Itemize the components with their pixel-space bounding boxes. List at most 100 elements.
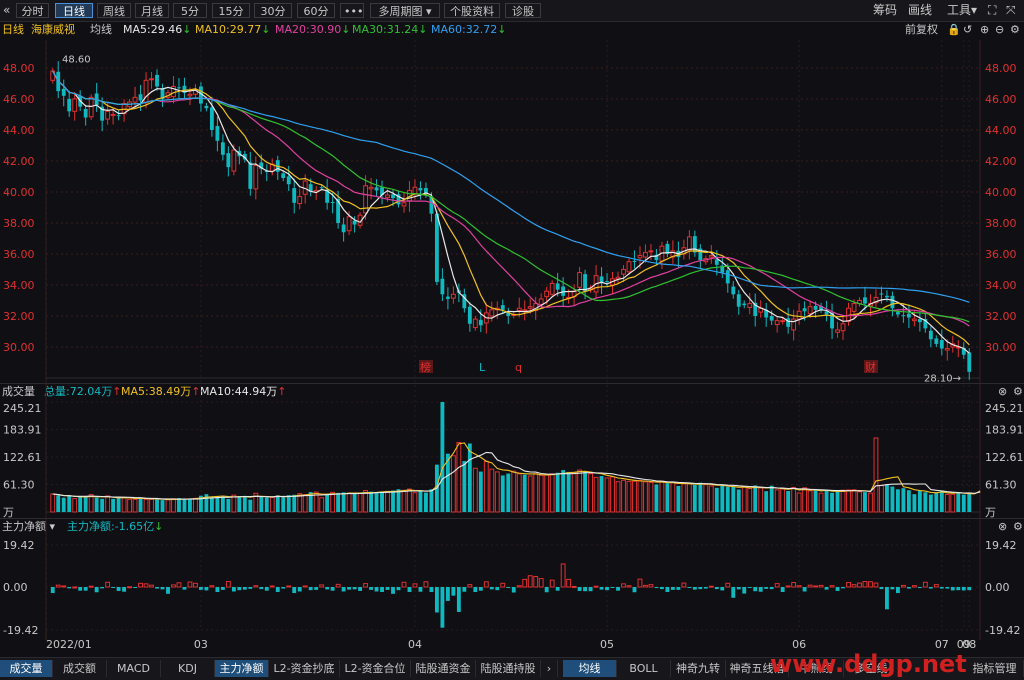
- tab-boll[interactable]: BOLL: [617, 660, 671, 677]
- flow-bar-negative: [281, 587, 286, 589]
- draw-line-button[interactable]: 画线: [908, 3, 932, 18]
- settings-icon[interactable]: ⚙: [1013, 519, 1023, 535]
- reset-icon[interactable]: ↺: [963, 22, 972, 38]
- candle-body-up: [774, 320, 780, 326]
- period-tab-15min[interactable]: 15分: [212, 3, 250, 18]
- flow-bar-negative: [758, 587, 763, 592]
- volume-bar-up: [357, 492, 363, 513]
- volume-title[interactable]: 成交量: [2, 384, 35, 400]
- multi-period-label: 多周期图: [378, 5, 423, 18]
- price-tick-label-right: 46.00: [985, 93, 1017, 106]
- kline-chart[interactable]: 48.00 48.00 46.00 46.00 44.00 44.00 42.00 42.00…: [0, 0, 1024, 679]
- flow-bar-positive: [643, 584, 648, 588]
- flow-bar-negative: [215, 587, 220, 592]
- flow-bar-negative: [544, 587, 549, 593]
- chevron-right-icon[interactable]: ›: [541, 660, 558, 677]
- flow-bar-positive: [412, 583, 418, 588]
- settings-icon[interactable]: ⚙: [1010, 22, 1020, 38]
- tab-volume[interactable]: 成交量: [0, 660, 53, 677]
- period-tab-intraday[interactable]: 分时: [16, 3, 49, 18]
- period-tab-daily[interactable]: 日线: [55, 3, 93, 18]
- volume-bar-down: [764, 491, 769, 512]
- flow-title-dropdown[interactable]: 主力净额 ▾: [2, 519, 55, 535]
- tab-turnover[interactable]: 成交额: [53, 660, 107, 677]
- candle-body-up: [489, 309, 495, 317]
- more-button[interactable]: •••: [340, 3, 364, 18]
- volume-total-text: 总量:72.04万: [44, 385, 113, 398]
- tab-l2-position[interactable]: L2-资金合位: [340, 660, 411, 677]
- flow-bar-positive: [269, 585, 275, 588]
- volume-bar-up: [818, 492, 824, 513]
- flow-bar-positive: [566, 578, 572, 588]
- volume-bar-up: [302, 494, 308, 513]
- period-tab-monthly[interactable]: 月线: [135, 3, 169, 18]
- flow-bar-positive: [522, 578, 528, 588]
- diagnose-button[interactable]: 诊股: [505, 3, 541, 18]
- ma-settings-label[interactable]: 均线: [90, 22, 112, 38]
- period-tab-weekly[interactable]: 周线: [97, 3, 131, 18]
- candle-body-down: [429, 196, 434, 214]
- volume-ma5-line: [52, 442, 981, 501]
- volume-bar-down: [325, 494, 330, 512]
- tab-kdj[interactable]: KDJ: [161, 660, 215, 677]
- flow-bar-negative: [199, 587, 203, 590]
- flow-bar-negative: [374, 587, 379, 592]
- candle-body-down: [714, 259, 719, 265]
- period-tab-60min[interactable]: 60分: [297, 3, 335, 18]
- flow-bar-negative: [824, 587, 829, 590]
- volume-bar-up: [313, 491, 319, 513]
- tab-magic-nine[interactable]: 神奇九转: [671, 660, 726, 677]
- volume-bar-up: [538, 474, 544, 513]
- indicator-manage-button[interactable]: 指标管理: [966, 660, 1024, 677]
- volume-bar-up: [489, 468, 495, 513]
- lock-icon[interactable]: 🔒: [947, 22, 961, 38]
- candle-body-up: [549, 282, 555, 295]
- tools-button[interactable]: 工具▾: [947, 3, 977, 18]
- volume-tick-left: 183.91: [3, 423, 42, 436]
- adjust-button[interactable]: 前复权: [905, 22, 938, 38]
- close-panel-icon[interactable]: ⊗: [998, 384, 1007, 400]
- back-icon[interactable]: «: [3, 3, 10, 18]
- tab-l2-bottom[interactable]: L2-资金抄底: [269, 660, 340, 677]
- chips-button[interactable]: 筹码: [873, 3, 897, 18]
- candle-body-up: [747, 303, 753, 308]
- tab-hk-connect-flow[interactable]: 陆股通资金: [411, 660, 476, 677]
- period-tab-5min[interactable]: 5分: [173, 3, 207, 18]
- expand-icon[interactable]: ⛶: [988, 3, 996, 18]
- candle-body-up: [357, 214, 363, 226]
- stock-profile-button[interactable]: 个股资料: [444, 3, 500, 18]
- flow-bar-negative: [764, 587, 769, 589]
- tab-macd[interactable]: MACD: [107, 660, 161, 677]
- flow-bar-negative: [928, 587, 933, 589]
- flow-bar-positive: [922, 581, 928, 588]
- candle-body-down: [478, 319, 483, 326]
- tab-ma[interactable]: 均线: [563, 660, 617, 677]
- zoom-out-icon[interactable]: ⊖: [995, 22, 1004, 38]
- price-tick-label-left: 30.00: [3, 341, 35, 354]
- settings-icon[interactable]: ⚙: [1013, 384, 1023, 400]
- flow-bar-positive: [527, 575, 533, 588]
- flow-bar-negative: [906, 587, 911, 589]
- close-icon[interactable]: ⤧: [1006, 3, 1016, 18]
- flow-bar-positive: [538, 578, 544, 588]
- price-tick-label-right: 38.00: [985, 217, 1017, 230]
- candle-body-down: [434, 213, 439, 282]
- multi-period-dropdown[interactable]: 多周期图 ▾: [370, 3, 440, 18]
- volume-bar-up: [253, 492, 259, 513]
- volume-bar-up: [648, 481, 654, 513]
- tab-net-flow[interactable]: 主力净额: [215, 660, 269, 677]
- flow-bar-negative: [473, 587, 478, 592]
- ma60-text: MA60:32.72: [431, 23, 498, 36]
- tab-hk-connect-hold[interactable]: 陆股通持股: [476, 660, 541, 677]
- candle-body-up: [401, 202, 407, 207]
- candle-body-down: [462, 294, 467, 309]
- zoom-in-icon[interactable]: ⊕: [980, 22, 989, 38]
- volume-bar-up: [297, 493, 303, 513]
- volume-bar-up: [659, 480, 665, 513]
- volume-bar-down: [506, 473, 511, 512]
- close-panel-icon[interactable]: ⊗: [998, 519, 1007, 535]
- period-tab-30min[interactable]: 30分: [254, 3, 292, 18]
- volume-bar-down: [56, 495, 61, 512]
- volume-bar-down: [380, 491, 384, 512]
- candle-body-up: [610, 278, 615, 286]
